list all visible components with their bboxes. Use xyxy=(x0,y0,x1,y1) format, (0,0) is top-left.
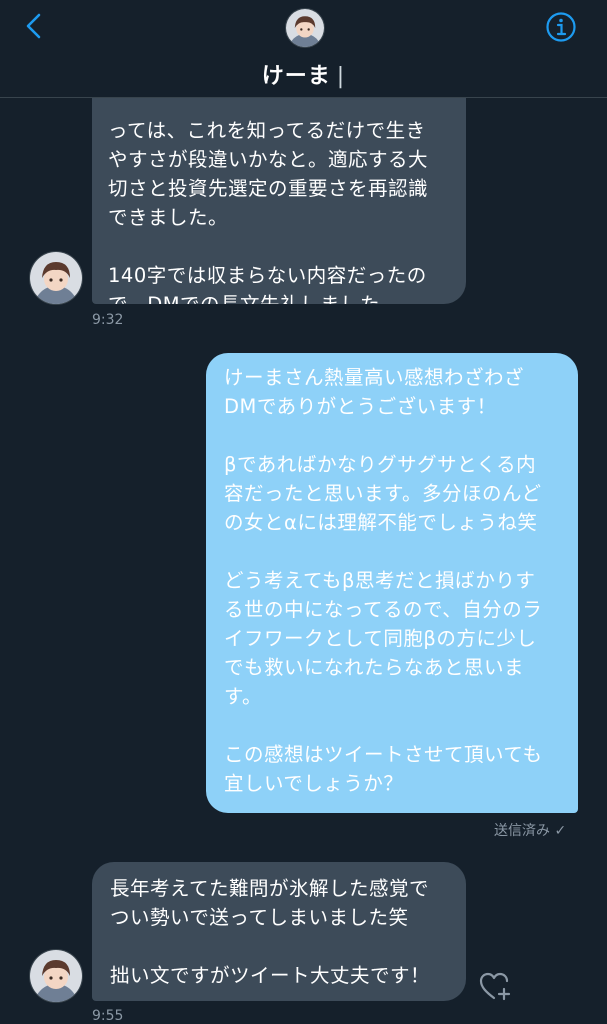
message-bubble-sent[interactable]: けーまさん熱量高い感想わざわざ DMでありがとうございます！ βであればかなりグ… xyxy=(206,353,578,813)
contact-avatar[interactable] xyxy=(29,251,83,305)
avatar-image xyxy=(286,9,324,47)
header-avatar[interactable] xyxy=(285,8,325,48)
info-icon xyxy=(546,12,576,42)
message-time: 9:55 xyxy=(92,1008,124,1024)
contact-avatar[interactable] xyxy=(29,949,83,1003)
contact-name: けーま xyxy=(261,64,331,89)
message-status: 送信済み ✓ xyxy=(494,823,567,839)
avatar-image xyxy=(30,950,82,1002)
heart-plus-icon[interactable] xyxy=(477,968,513,1004)
message-bubble-received[interactable]: 長年考えてた難問が氷解した感覚で つい勢いで送ってしまいました笑 拙い文ですがツ… xyxy=(92,862,466,1001)
message-bubble-received[interactable]: っては、これを知ってるだけで生き やすさが段違いかなと。適応する大 切さと投資先… xyxy=(92,72,466,304)
text-cursor: | xyxy=(336,64,346,89)
avatar-image xyxy=(30,252,82,304)
back-button[interactable] xyxy=(18,10,50,42)
info-button[interactable] xyxy=(544,10,578,44)
conversation-header: けーま | xyxy=(0,0,607,98)
conversation-title[interactable]: けーま | xyxy=(0,58,607,90)
message-time: 9:32 xyxy=(92,312,124,328)
chevron-left-icon xyxy=(26,13,41,39)
